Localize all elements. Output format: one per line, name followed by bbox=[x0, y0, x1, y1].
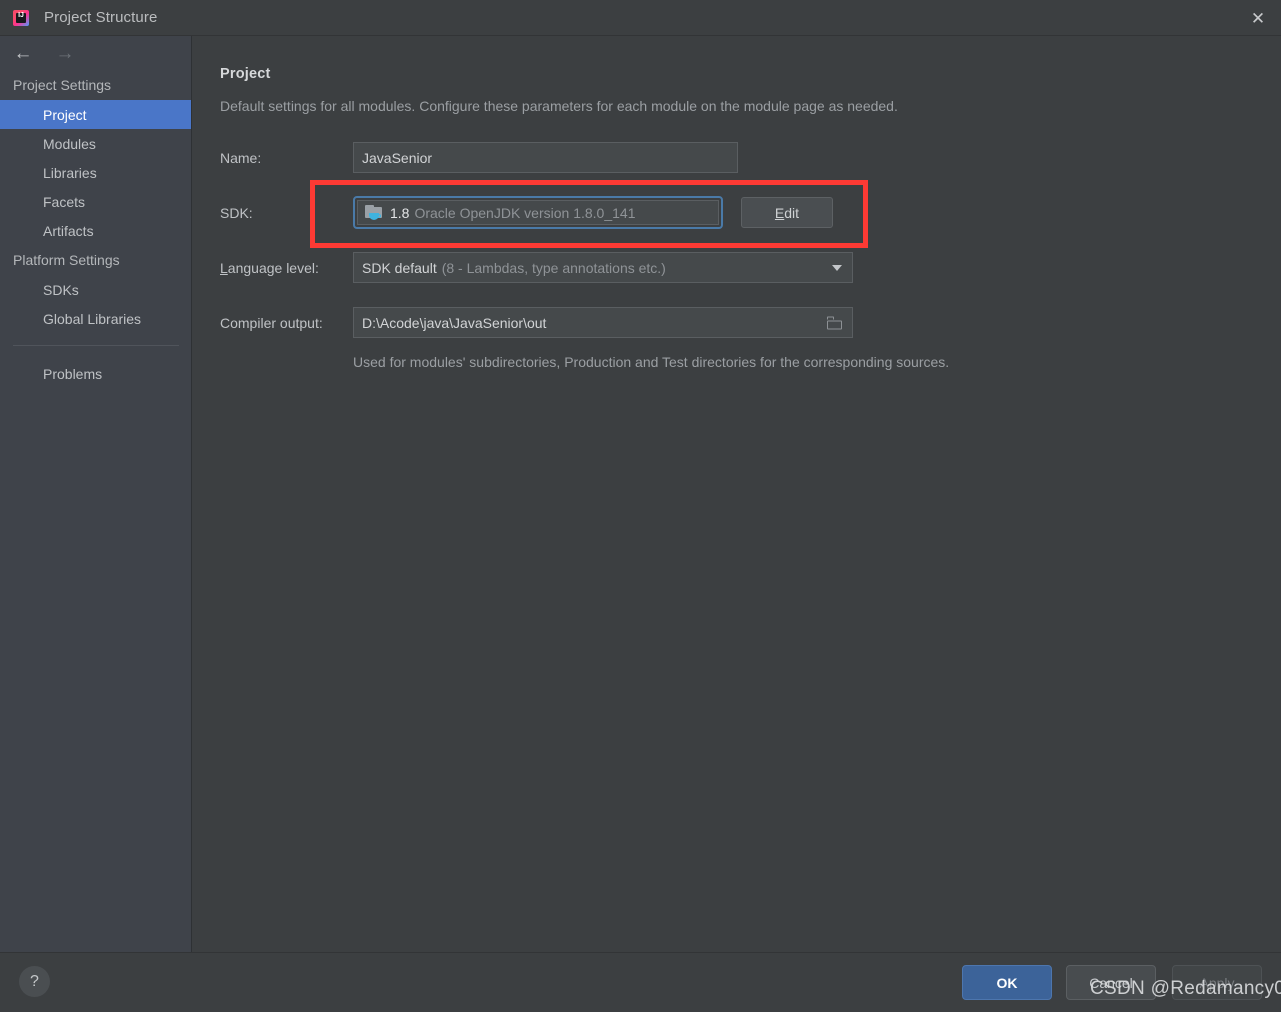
name-row: Name: JavaSenior bbox=[220, 142, 1281, 173]
project-structure-dialog: IJ Project Structure ✕ ← → Project Setti… bbox=[0, 0, 1281, 1012]
sidebar-item-global-libraries[interactable]: Global Libraries bbox=[0, 304, 191, 333]
sidebar-group-platform-settings: Platform Settings bbox=[13, 252, 120, 268]
sidebar-item-project[interactable]: Project bbox=[0, 100, 191, 129]
sdk-version-label: 1.8 bbox=[390, 204, 410, 221]
back-arrow-icon[interactable]: ← bbox=[10, 42, 36, 64]
sidebar-item-modules[interactable]: Modules bbox=[0, 129, 191, 158]
settings-sidebar: ← → Project Settings Project Modules Lib… bbox=[0, 36, 192, 952]
language-level-mnemonic: L bbox=[220, 259, 228, 276]
intellij-idea-icon: IJ bbox=[12, 9, 30, 27]
sidebar-item-facets[interactable]: Facets bbox=[0, 187, 191, 216]
compiler-output-input[interactable]: D:\Acode\java\JavaSenior\out bbox=[353, 307, 853, 338]
close-icon[interactable]: ✕ bbox=[1235, 0, 1281, 36]
sidebar-item-problems[interactable]: Problems bbox=[0, 359, 191, 388]
sdk-name-label: Oracle OpenJDK version 1.8.0_141 bbox=[414, 204, 636, 221]
project-form: Name: JavaSenior SDK: 1.8 Oracle OpenJDK… bbox=[220, 142, 1281, 370]
sidebar-group-project-settings: Project Settings bbox=[13, 77, 112, 93]
language-level-value: SDK default bbox=[362, 259, 437, 276]
title-bar: IJ Project Structure ✕ bbox=[0, 0, 1281, 36]
sdk-dropdown[interactable]: 1.8 Oracle OpenJDK version 1.8.0_141 bbox=[357, 200, 719, 225]
navigation-bar: ← → bbox=[0, 36, 191, 70]
edit-button-mnemonic: E bbox=[774, 204, 785, 221]
language-level-detail: (8 - Lambdas, type annotations etc.) bbox=[441, 259, 666, 276]
dialog-footer: ? OK Cancel Apply bbox=[0, 952, 1281, 1012]
edit-sdk-button[interactable]: Edit bbox=[741, 197, 833, 228]
edit-button-label: dit bbox=[784, 204, 800, 221]
name-input[interactable]: JavaSenior bbox=[353, 142, 738, 173]
compiler-output-label: Compiler output: bbox=[220, 314, 323, 331]
window-title: Project Structure bbox=[44, 9, 158, 26]
main-panel: Project Default settings for all modules… bbox=[193, 36, 1281, 952]
watermark: CSDN @Redamancy06 bbox=[1090, 978, 1281, 999]
java-sdk-folder-icon bbox=[365, 205, 383, 220]
compiler-output-row: Compiler output: D:\Acode\java\JavaSenio… bbox=[220, 307, 1281, 338]
name-label: Name: bbox=[220, 149, 262, 166]
page-description: Default settings for all modules. Config… bbox=[220, 98, 898, 114]
compiler-output-hint: Used for modules' subdirectories, Produc… bbox=[353, 354, 950, 370]
sdk-row: SDK: 1.8 Oracle OpenJDK version 1.8.0_14… bbox=[220, 196, 1281, 229]
language-level-label: Language level: bbox=[220, 260, 353, 276]
language-level-label-rest: anguage level: bbox=[227, 259, 319, 276]
folder-browse-icon[interactable] bbox=[827, 316, 843, 329]
ij-mark-label: IJ bbox=[18, 11, 24, 19]
forward-arrow-icon[interactable]: → bbox=[52, 42, 78, 64]
sdk-combo-focus-ring: 1.8 Oracle OpenJDK version 1.8.0_141 bbox=[353, 196, 723, 229]
ok-button[interactable]: OK bbox=[962, 965, 1052, 1000]
sdk-label: SDK: bbox=[220, 204, 253, 221]
language-level-row: Language level: SDK default (8 - Lambdas… bbox=[220, 252, 1281, 283]
sidebar-item-artifacts[interactable]: Artifacts bbox=[0, 216, 191, 245]
sidebar-item-sdks[interactable]: SDKs bbox=[0, 275, 191, 304]
help-icon[interactable]: ? bbox=[19, 966, 50, 997]
chevron-down-icon[interactable] bbox=[832, 264, 842, 271]
compiler-output-value: D:\Acode\java\JavaSenior\out bbox=[362, 314, 547, 331]
page-title: Project bbox=[220, 66, 271, 82]
language-level-dropdown[interactable]: SDK default (8 - Lambdas, type annotatio… bbox=[353, 252, 853, 283]
sidebar-item-libraries[interactable]: Libraries bbox=[0, 158, 191, 187]
